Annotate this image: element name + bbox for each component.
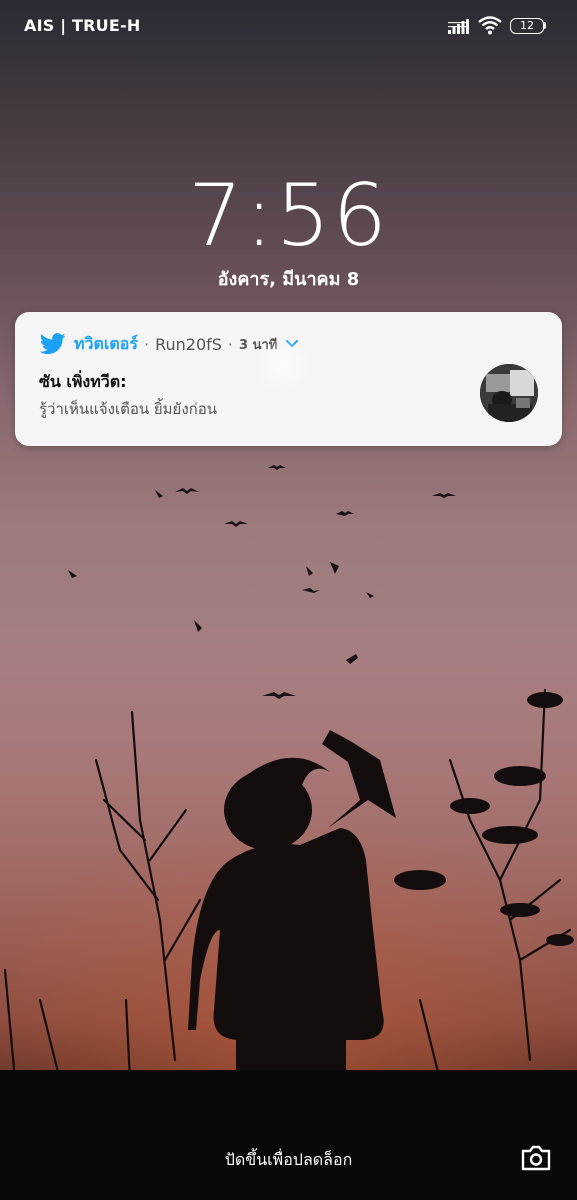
notification-account: Run20fS — [155, 334, 222, 354]
notification-title: ซัน เพิ่งทวีต: — [39, 372, 127, 391]
separator-dot: · — [227, 334, 233, 354]
wifi-icon — [478, 16, 502, 35]
avatar — [480, 364, 538, 422]
signal-icon — [448, 19, 469, 34]
twitter-bird-icon — [40, 333, 66, 355]
battery-icon: 12 — [510, 18, 544, 34]
lockscreen-clock: 7:56 — [187, 166, 390, 266]
notification-body: รู้ว่าเห็นแจ้งเตือน ยิ้มยังก่อน — [39, 400, 217, 418]
battery-level: 12 — [520, 19, 534, 32]
avatar-photo — [480, 364, 538, 422]
lockscreen-date: อังคาร, มีนาคม 8 — [217, 269, 360, 290]
camera-icon[interactable] — [520, 1144, 552, 1172]
separator-dot: · — [143, 334, 150, 354]
notification-app-name: ทวิตเตอร์ — [74, 333, 138, 353]
unlock-hint: ปัดขึ้นเพื่อปลดล็อก — [224, 1150, 353, 1169]
screen-glare — [255, 340, 311, 390]
status-bar: AIS | TRUE-H 12 — [0, 0, 577, 52]
battery-tip — [544, 22, 546, 29]
carrier-label: AIS | TRUE-H — [24, 16, 141, 35]
